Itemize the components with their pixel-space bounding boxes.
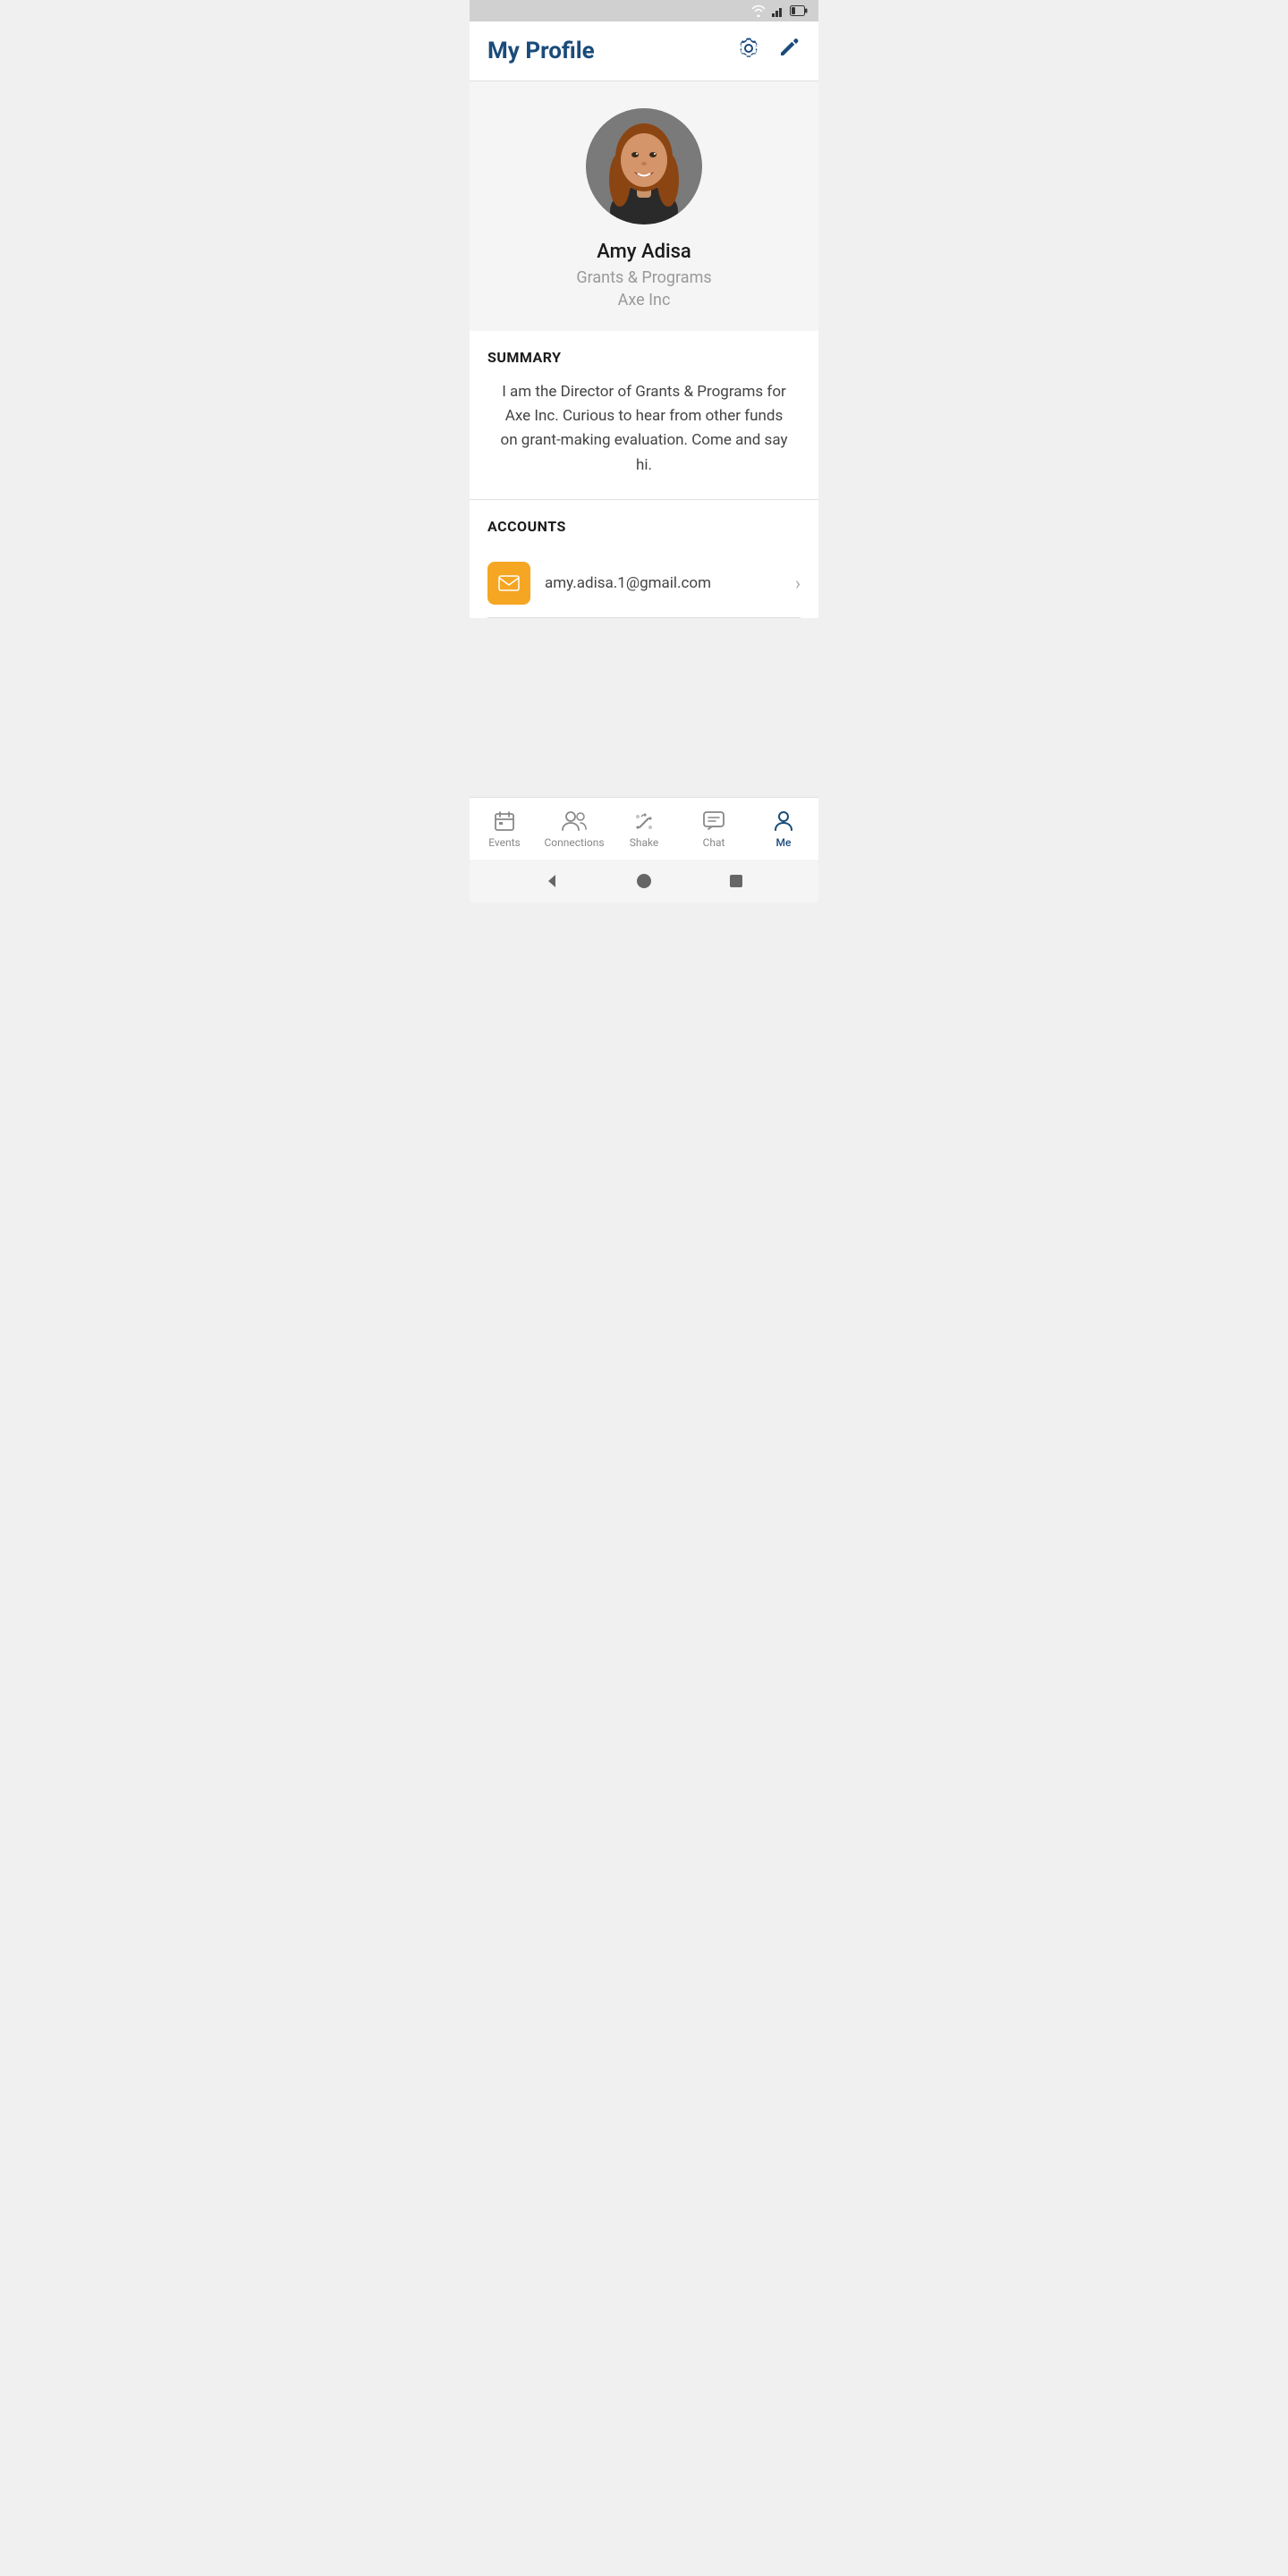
people-icon	[561, 809, 588, 833]
nav-item-connections[interactable]: Connections	[539, 809, 609, 849]
header-actions	[736, 36, 801, 66]
nav-item-chat[interactable]: Chat	[679, 809, 749, 849]
battery-status-icon	[790, 5, 808, 16]
settings-icon[interactable]	[736, 36, 761, 66]
nav-label-shake: Shake	[630, 836, 659, 849]
calendar-icon	[493, 809, 516, 833]
avatar	[586, 108, 702, 225]
email-icon	[497, 572, 521, 595]
accounts-title: ACCOUNTS	[487, 518, 801, 535]
account-email: amy.adisa.1@gmail.com	[545, 574, 795, 592]
user-name: Amy Adisa	[597, 241, 691, 263]
signal-icon	[772, 4, 784, 17]
status-bar	[470, 0, 818, 21]
page-title: My Profile	[487, 38, 595, 64]
content-area: SUMMARY I am the Director of Grants & Pr…	[470, 331, 818, 618]
user-role: Grants & Programs	[576, 268, 711, 287]
empty-spacer	[470, 618, 818, 797]
nav-item-me[interactable]: Me	[749, 809, 818, 849]
chevron-right-icon: ›	[795, 572, 801, 594]
nav-label-chat: Chat	[703, 836, 725, 849]
nav-label-me: Me	[776, 836, 792, 849]
back-button[interactable]	[541, 870, 563, 892]
person-icon	[772, 809, 795, 833]
bottom-nav: Events Connections Shake Chat	[470, 797, 818, 860]
nav-label-events: Events	[488, 836, 521, 849]
email-icon-box	[487, 562, 530, 605]
home-button[interactable]	[633, 870, 655, 892]
nav-label-connections: Connections	[544, 836, 604, 849]
nav-item-shake[interactable]: Shake	[609, 809, 679, 849]
summary-text: I am the Director of Grants & Programs f…	[487, 380, 801, 499]
recent-button[interactable]	[725, 870, 747, 892]
profile-section: Amy Adisa Grants & Programs Axe Inc	[470, 81, 818, 331]
system-nav	[470, 860, 818, 902]
edit-icon[interactable]	[777, 37, 801, 65]
wifi-icon	[750, 4, 767, 17]
chat-icon	[702, 809, 725, 833]
nav-item-events[interactable]: Events	[470, 809, 539, 849]
summary-section: SUMMARY I am the Director of Grants & Pr…	[470, 331, 818, 499]
user-company: Axe Inc	[618, 291, 671, 309]
accounts-section: ACCOUNTS amy.adisa.1@gmail.com ›	[470, 500, 818, 618]
header: My Profile	[470, 21, 818, 81]
summary-title: SUMMARY	[487, 349, 801, 366]
email-account-item[interactable]: amy.adisa.1@gmail.com ›	[487, 549, 801, 618]
shake-icon	[631, 809, 657, 833]
